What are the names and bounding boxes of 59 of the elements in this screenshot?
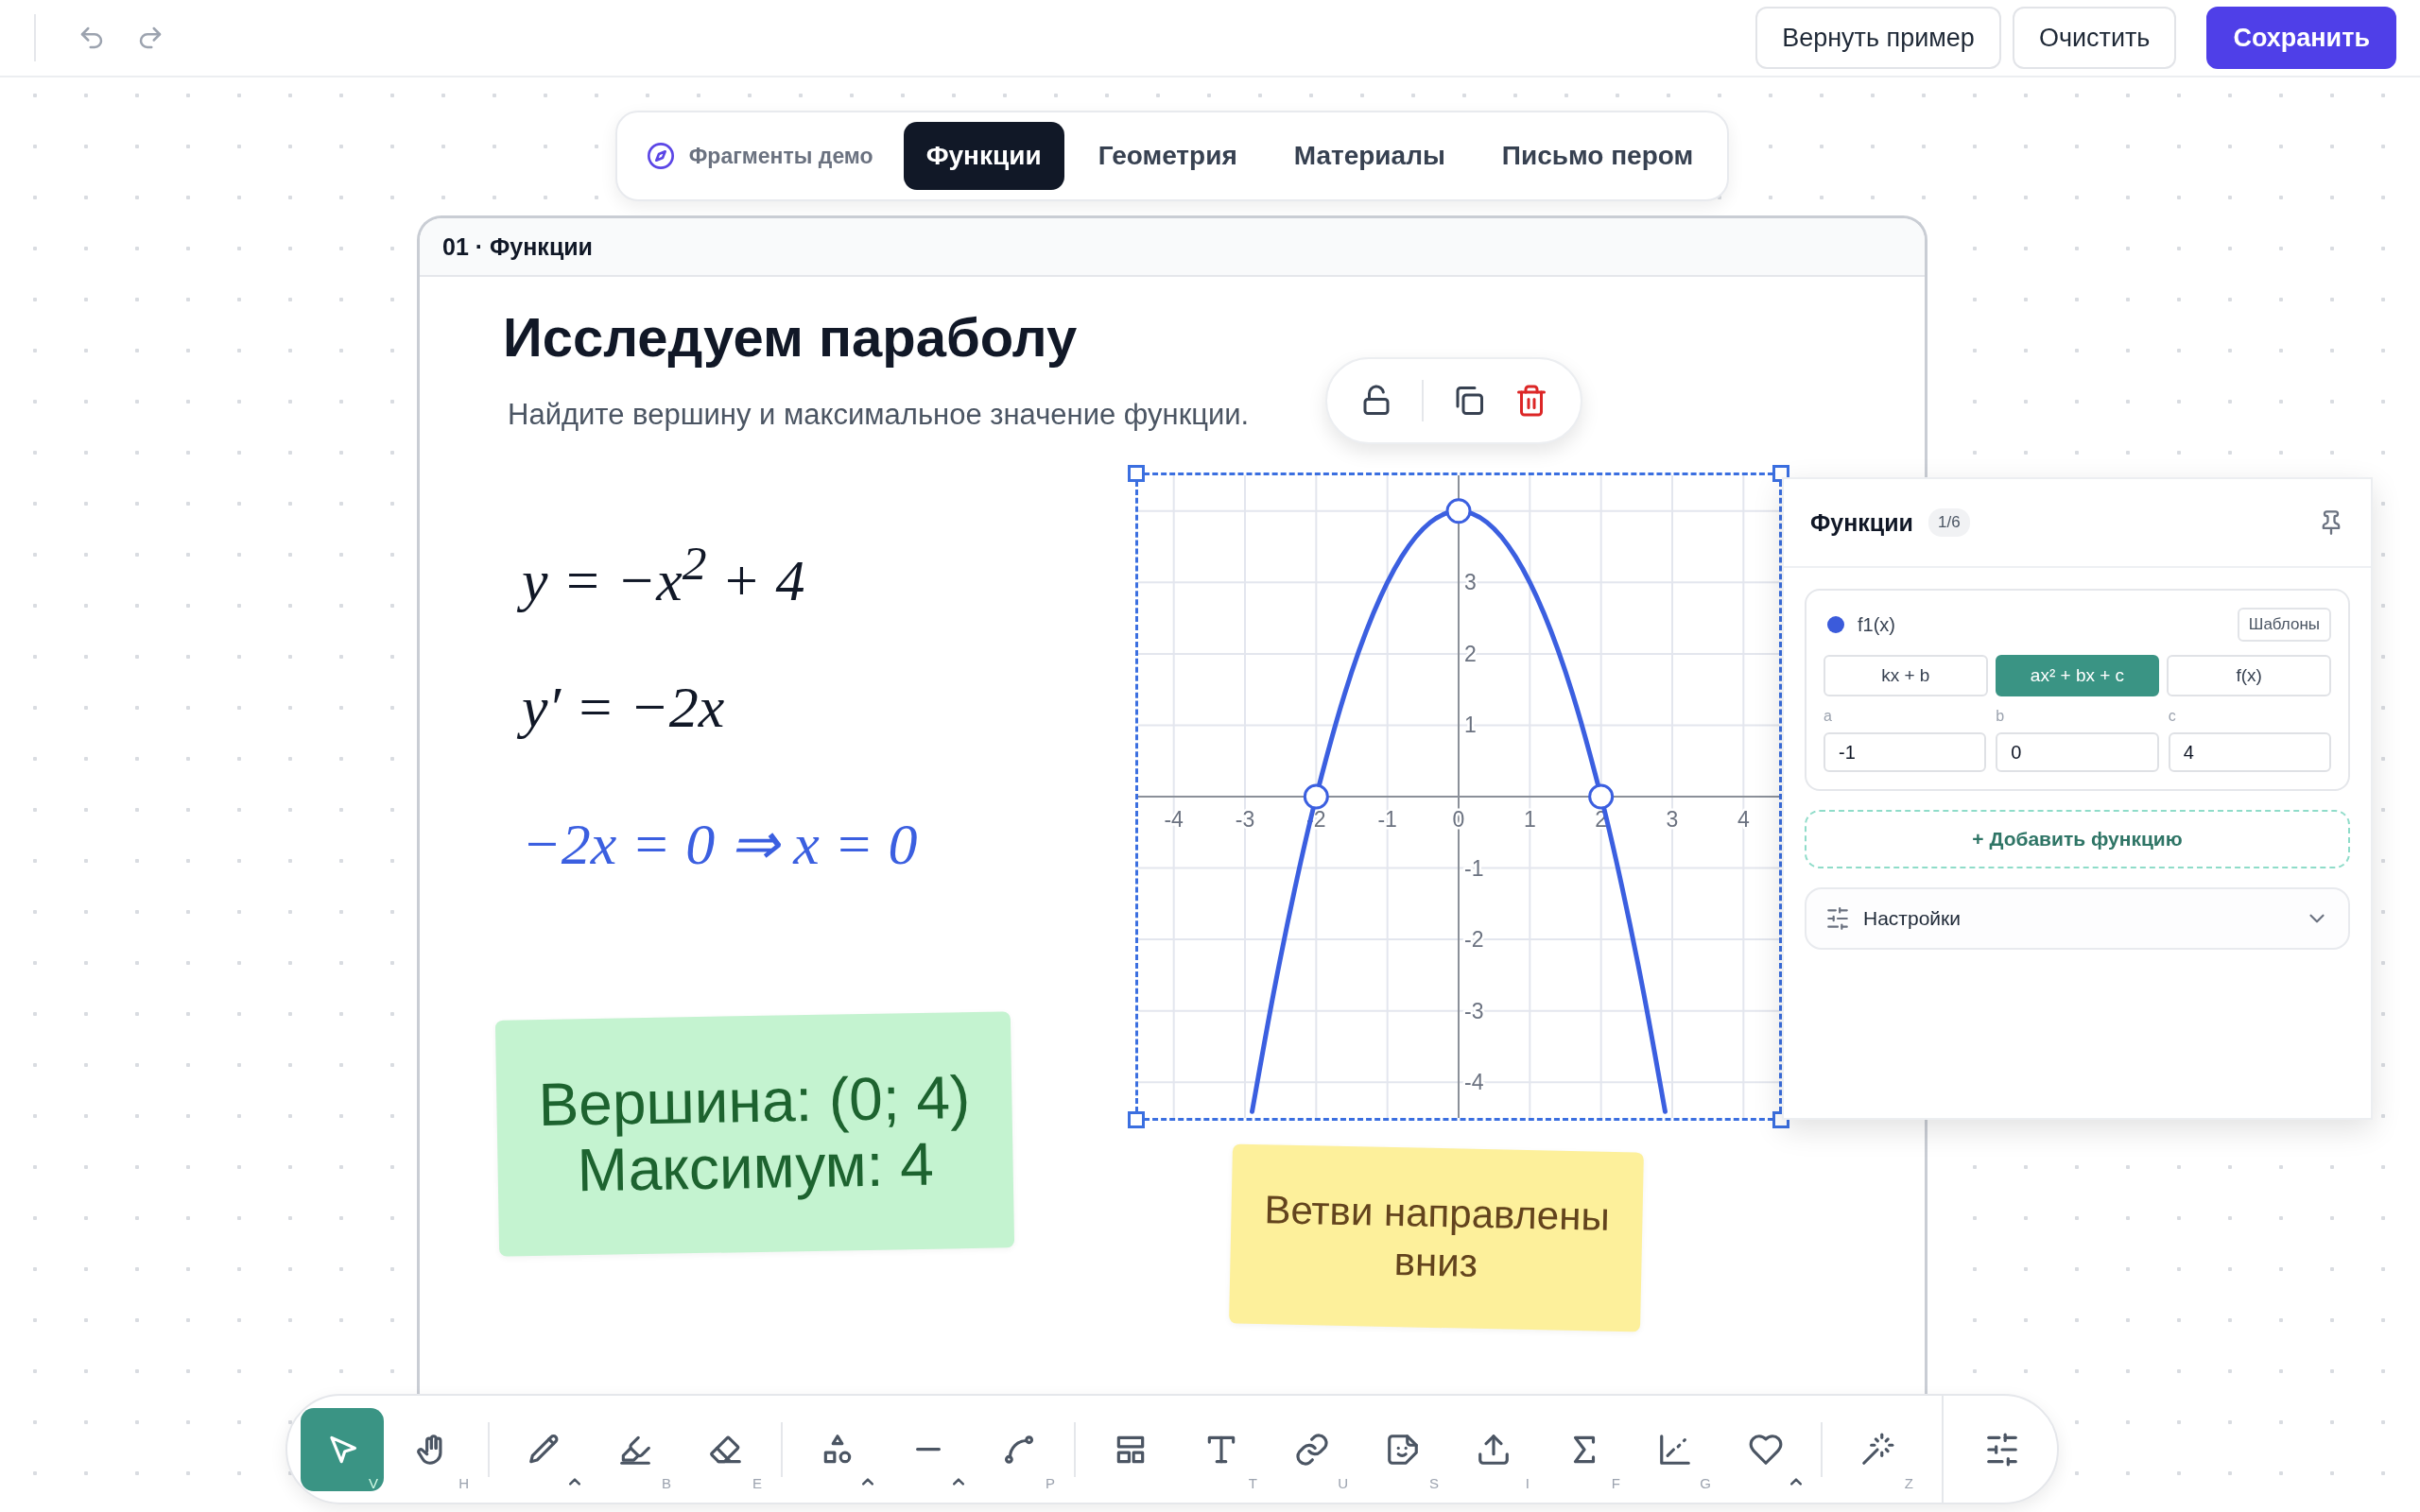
demo-menu-button[interactable]: Фрагменты демо [628, 141, 892, 171]
tab[interactable]: Функции [903, 122, 1064, 190]
y-tick-label: 3 [1464, 570, 1477, 595]
trash-icon [1514, 384, 1548, 418]
action-button[interactable]: Сохранить [2206, 7, 2396, 69]
y-tick-label: 1 [1464, 713, 1477, 738]
tab[interactable]: Геометрия [1075, 122, 1260, 190]
count-badge: 1/6 [1927, 508, 1970, 537]
color-dot[interactable] [1827, 616, 1844, 633]
x-tick-label: 4 [1737, 807, 1750, 832]
slide-title: 01 · Функции [442, 232, 593, 261]
y-tick-label: -1 [1464, 855, 1484, 881]
add-function-button[interactable]: + Добавить функцию [1805, 810, 2350, 868]
sticky-note: Ветви направлены вниз [1229, 1143, 1644, 1332]
math-equation: y′ = −2x [518, 662, 738, 753]
sliders-icon [1984, 1431, 2020, 1468]
y-tick-label: -3 [1464, 998, 1484, 1023]
panel-title: Функции [1810, 508, 1913, 537]
x-tick-label: 1 [1523, 807, 1536, 832]
x-tick-label: -3 [1235, 807, 1255, 832]
sliders-icon [1825, 906, 1850, 931]
point-marker[interactable] [1588, 783, 1615, 810]
y-tick-label: -4 [1464, 1070, 1484, 1095]
function-type-button[interactable]: ax² + bx + c [1995, 655, 2160, 696]
settings-toggle[interactable]: Настройки [1805, 887, 2350, 950]
point-marker[interactable] [1445, 498, 1472, 524]
x-tick-label: -4 [1164, 807, 1184, 832]
function-type-button[interactable]: f(x) [2167, 655, 2331, 696]
action-button[interactable]: Вернуть пример [1755, 7, 2001, 69]
pointer-tool[interactable]: V [301, 1407, 384, 1491]
link-icon [1294, 1431, 1330, 1468]
math-equation: y = −x$^{2}$ + 4 [518, 524, 819, 627]
math-equation: −2x = 0 ⇒ x = 0 [521, 811, 919, 878]
line-icon [916, 1447, 941, 1452]
parameter-field[interactable]: 0 [1996, 732, 2159, 772]
action-button[interactable]: Очистить [2012, 7, 2177, 69]
parameter-label: a [1824, 708, 1833, 725]
parameter-label: c [2168, 708, 2177, 725]
resize-handle[interactable] [1772, 465, 1789, 482]
templates-button[interactable]: Шаблоны [2237, 608, 2331, 642]
y-tick-label: -2 [1464, 927, 1484, 953]
x-tick-label: 3 [1666, 807, 1679, 832]
function-name: f1(x) [1858, 613, 1895, 636]
function-type-button[interactable]: kx + b [1824, 655, 1988, 696]
magic-wand-icon [1859, 1431, 1895, 1468]
point-marker[interactable] [1303, 783, 1329, 810]
parameter-field[interactable]: -1 [1824, 732, 1987, 772]
x-tick-label: -1 [1377, 807, 1397, 832]
parameter-field[interactable]: 4 [2168, 732, 2331, 772]
slide-subtitle: Найдите вершину и максимальное значение функции. [508, 398, 1250, 432]
sticky-note: Вершина: (0; 4) Максимум: 4 [494, 1011, 1015, 1257]
slide-heading: Исследуем параболу [503, 305, 1078, 369]
y-tick-label: 2 [1464, 641, 1477, 666]
tab[interactable]: Материалы [1270, 122, 1468, 190]
resize-handle[interactable] [1128, 465, 1145, 482]
parameter-label: b [1996, 708, 2006, 725]
tab[interactable]: Письмо пером [1478, 122, 1717, 190]
resize-handle[interactable] [1128, 1111, 1145, 1128]
compass-icon [645, 141, 676, 171]
